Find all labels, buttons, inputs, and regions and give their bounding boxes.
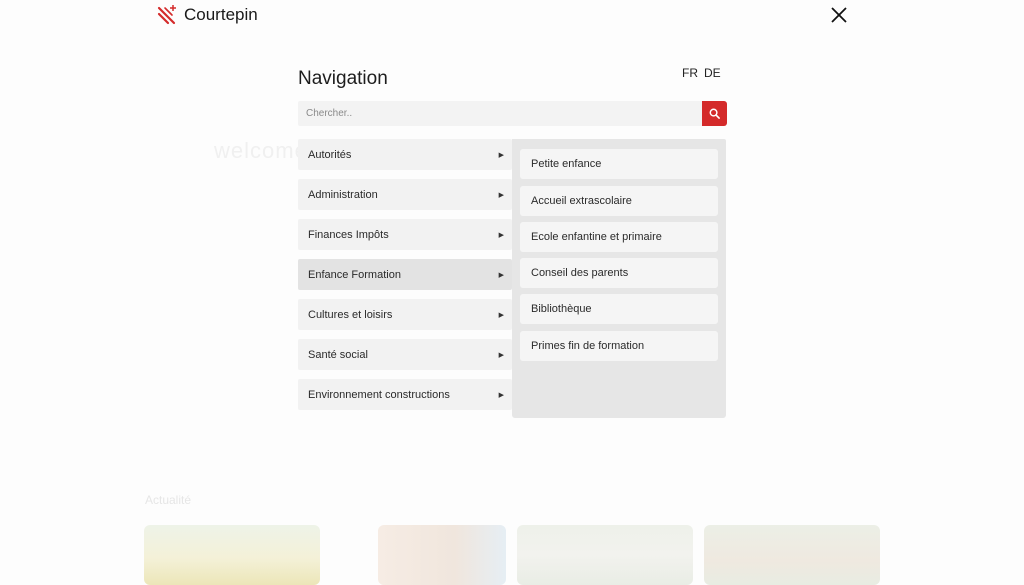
site-logo[interactable]: Courtepin bbox=[156, 4, 258, 26]
submenu-item-ecole-enfantine-primaire[interactable]: Ecole enfantine et primaire bbox=[520, 222, 718, 252]
caret-right-icon: ▶ bbox=[498, 231, 504, 239]
menu-item-enfance-formation[interactable]: Enfance Formation ▶ bbox=[298, 259, 512, 290]
search-input[interactable] bbox=[298, 101, 702, 126]
menu-item-label: Santé social bbox=[308, 348, 368, 361]
menu-item-sante-social[interactable]: Santé social ▶ bbox=[298, 339, 512, 370]
submenu-item-bibliotheque[interactable]: Bibliothèque bbox=[520, 294, 718, 324]
menu-item-administration[interactable]: Administration ▶ bbox=[298, 179, 512, 210]
courtepin-emblem-icon bbox=[156, 4, 178, 26]
caret-right-icon: ▶ bbox=[498, 191, 504, 199]
search-button[interactable] bbox=[702, 101, 727, 126]
close-icon bbox=[831, 7, 847, 23]
menu-item-finances-impots[interactable]: Finances Impôts ▶ bbox=[298, 219, 512, 250]
submenu-panel: Petite enfance Accueil extrascolaire Eco… bbox=[512, 139, 726, 418]
language-de-link[interactable]: DE bbox=[704, 66, 721, 80]
menu-item-label: Enfance Formation bbox=[308, 268, 401, 281]
news-card-image bbox=[517, 525, 693, 585]
submenu-item-primes-fin-formation[interactable]: Primes fin de formation bbox=[520, 331, 718, 361]
news-card-image bbox=[704, 525, 880, 585]
menu-item-label: Administration bbox=[308, 188, 378, 201]
news-card-image bbox=[144, 525, 320, 585]
menu-item-label: Finances Impôts bbox=[308, 228, 389, 241]
submenu-item-accueil-extrascolaire[interactable]: Accueil extrascolaire bbox=[520, 186, 718, 216]
close-button[interactable] bbox=[828, 4, 850, 26]
menu-item-environnement-constructions[interactable]: Environnement constructions ▶ bbox=[298, 379, 512, 410]
search-bar bbox=[298, 101, 727, 126]
caret-right-icon: ▶ bbox=[498, 311, 504, 319]
search-icon bbox=[709, 108, 720, 119]
background-section-title: Actualité bbox=[145, 493, 192, 507]
caret-right-icon: ▶ bbox=[498, 271, 504, 279]
caret-right-icon: ▶ bbox=[498, 351, 504, 359]
menu-item-label: Cultures et loisirs bbox=[308, 308, 393, 321]
submenu-item-conseil-parents[interactable]: Conseil des parents bbox=[520, 258, 718, 288]
language-fr-link[interactable]: FR bbox=[682, 66, 698, 80]
menu-item-cultures-loisirs[interactable]: Cultures et loisirs ▶ bbox=[298, 299, 512, 330]
caret-right-icon: ▶ bbox=[498, 391, 504, 399]
submenu-item-petite-enfance[interactable]: Petite enfance bbox=[520, 149, 718, 179]
background-welcome-text: welcome bbox=[214, 138, 308, 163]
menu-item-label: Environnement constructions bbox=[308, 388, 450, 401]
caret-right-icon: ▶ bbox=[498, 151, 504, 159]
news-card-image bbox=[378, 525, 506, 585]
brand-name: Courtepin bbox=[184, 5, 258, 24]
main-menu: Autorités ▶ Administration ▶ Finances Im… bbox=[298, 139, 512, 419]
navigation-title: Navigation bbox=[298, 68, 388, 89]
menu-item-label: Autorités bbox=[308, 148, 352, 161]
menu-item-autorites[interactable]: Autorités ▶ bbox=[298, 139, 512, 170]
